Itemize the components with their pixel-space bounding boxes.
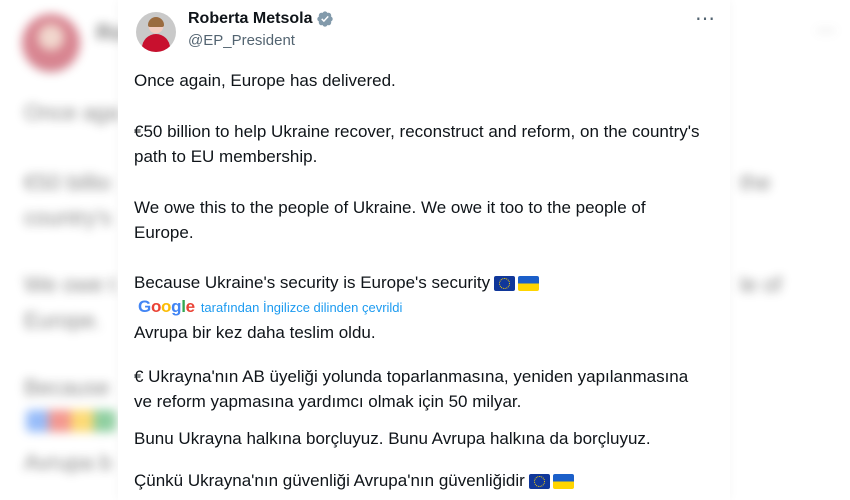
- translated-paragraph: € Ukrayna'nın AB üyeliği yolunda toparla…: [134, 367, 689, 411]
- background-line: Europe.: [24, 308, 102, 333]
- tweet-paragraph: €50 billion to help Ukraine recover, rec…: [134, 122, 700, 166]
- author-display-name[interactable]: Roberta Metsola: [188, 10, 312, 28]
- avatar-hair: [148, 17, 164, 27]
- translated-by-google[interactable]: Google tarafından İngilizce dilinden çev…: [138, 297, 402, 317]
- author-handle[interactable]: @EP_President: [188, 32, 295, 49]
- background-line: country's: [24, 205, 112, 230]
- verified-badge-icon: [317, 11, 334, 27]
- author-name-row: Roberta Metsola: [188, 10, 334, 28]
- background-more-icon: ⋯: [816, 20, 836, 42]
- eu-flag-icon: [494, 276, 516, 291]
- background-line-right: le of: [740, 272, 782, 297]
- flags: [528, 474, 574, 489]
- translation-note[interactable]: tarafından İngilizce dilinden çevrildi: [201, 300, 403, 315]
- background-google-logo: [26, 410, 116, 432]
- flags: [494, 276, 540, 291]
- eu-flag-icon: [528, 474, 550, 489]
- background-line-right: the: [740, 170, 771, 195]
- background-line: €50 billio: [24, 170, 111, 195]
- google-logo: Google: [138, 297, 195, 316]
- tweet-paragraph: Once again, Europe has delivered.: [134, 71, 396, 90]
- translated-paragraph: Avrupa bir kez daha teslim oldu.: [134, 323, 376, 342]
- avatar[interactable]: [136, 12, 176, 52]
- translated-paragraph: Çünkü Ukrayna'nın güvenliği Avrupa'nın g…: [134, 471, 525, 490]
- avatar-body: [142, 34, 170, 52]
- background-line: Because: [24, 375, 110, 400]
- background-line: Once aga: [24, 100, 120, 125]
- tweet-paragraph: We owe this to the people of Ukraine. We…: [134, 198, 646, 242]
- more-options-icon[interactable]: ⋯: [695, 6, 716, 31]
- ukraine-flag-icon: [552, 474, 574, 489]
- tweet-card: Roberta Metsola @EP_President ⋯ Once aga…: [118, 0, 730, 500]
- background-line: We owe t: [24, 272, 116, 297]
- background-line: Avrupa b: [24, 450, 112, 475]
- translated-paragraph-with-flags: Çünkü Ukrayna'nın güvenliği Avrupa'nın g…: [134, 468, 704, 493]
- background-avatar: [22, 14, 80, 72]
- ukraine-flag-icon: [518, 276, 540, 291]
- tweet-paragraph: Because Ukraine's security is Europe's s…: [134, 273, 491, 292]
- tweet-paragraph-with-flags: Because Ukraine's security is Europe's s…: [134, 270, 704, 295]
- translated-paragraph: Bunu Ukrayna halkına borçluyuz. Bunu Avr…: [134, 429, 651, 448]
